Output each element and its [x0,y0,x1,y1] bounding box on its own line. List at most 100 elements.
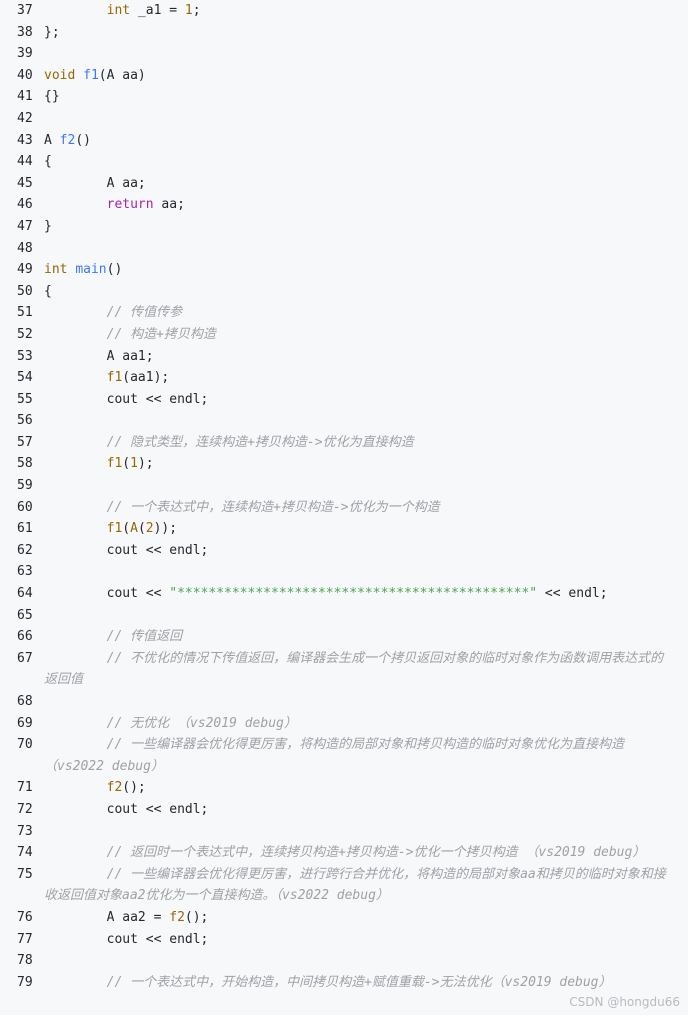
code-line: 43 A f2() [0,130,688,152]
code-token: () [106,262,123,278]
line-number: 42 [17,110,33,126]
line-code: // 传值传参 [44,302,688,324]
line-number: 69 [17,715,33,731]
code-line: 60 // 一个表达式中，连续构造+拷贝构造->优化为一个构造 [0,497,688,519]
code-token: A aa2 = [44,909,170,925]
code-token: ( [122,456,131,472]
code-token: "***************************************… [169,586,538,602]
code-token: cout << endl; [44,801,209,817]
code-line: 78 [0,950,688,972]
code-token: (); [184,909,209,925]
code-line: 42 [0,108,688,130]
code-token: _a1 = [130,3,185,18]
code-line: 70 // 一些编译器会优化得更厉害，将构造的局部对象和拷贝构造的临时对象优化为… [0,734,688,777]
code-token: cout << endl; [44,391,209,407]
line-number: 39 [17,46,33,62]
code-token: aa; [153,197,185,213]
code-line: 69 // 无优化 （vs2019 debug） [0,713,688,735]
line-code: int _a1 = 1; [44,0,688,22]
code-token: main [75,262,107,278]
line-number: 74 [17,845,33,861]
line-code: cout << endl; [44,929,688,951]
line-number: 62 [17,542,33,558]
code-line: 74 // 返回时一个表达式中，连续拷贝构造+拷贝构造->优化一个拷贝构造 （v… [0,842,688,864]
line-number: 49 [17,262,33,278]
code-line: 77 cout << endl; [0,929,688,951]
code-token: 1 [130,456,138,472]
code-line: 66 // 传值返回 [0,626,688,648]
line-number: 41 [17,89,33,105]
line-number: 72 [17,801,33,817]
line-number: 79 [17,974,33,990]
csdn-watermark: CSDN @hongdu66 [569,995,680,1009]
line-code: cout << endl; [44,799,688,821]
code-comment: // 一个表达式中，开始构造，中间拷贝构造+赋值重载->无法优化（vs2019 … [106,974,612,990]
line-number: 66 [17,629,33,645]
code-comment: // 返回时一个表达式中，连续拷贝构造+拷贝构造->优化一个拷贝构造 （vs20… [106,845,646,861]
line-number: 38 [17,24,33,40]
code-token: << endl; [537,586,608,602]
code-comment: // 一些编译器会优化得更厉害，进行跨行合并优化，将构造的局部对象aa和拷贝的临… [44,866,666,904]
line-code: f1(1); [44,453,688,475]
line-number: 56 [17,413,33,429]
line-code: // 返回时一个表达式中，连续拷贝构造+拷贝构造->优化一个拷贝构造 （vs20… [44,842,688,864]
line-number: 40 [17,67,33,83]
code-token: ( [137,521,146,537]
code-token: f1 [83,67,99,83]
line-code: { [44,151,688,173]
code-line: 73 [0,821,688,843]
code-line: 71 f2(); [0,777,688,799]
line-number: 37 [17,3,33,18]
line-number: 51 [17,305,33,321]
line-number: 54 [17,370,33,386]
line-number: 71 [17,780,33,796]
code-line: 37 int _a1 = 1; [0,0,688,22]
code-line: 63 [0,561,688,583]
code-line: 79 // 一个表达式中，开始构造，中间拷贝构造+赋值重载->无法优化（vs20… [0,972,688,994]
line-number: 67 [17,650,33,666]
line-number: 63 [17,564,33,580]
code-token: ; [192,3,201,18]
code-token: void [44,67,76,83]
line-code: // 隐式类型，连续构造+拷贝构造->优化为直接构造 [44,432,688,454]
code-line: 64 cout << "****************************… [0,583,688,605]
line-code: // 一些编译器会优化得更厉害，将构造的局部对象和拷贝构造的临时对象优化为直接构… [44,734,688,777]
code-comment: // 构造+拷贝构造 [106,326,216,342]
line-code: cout << endl; [44,389,688,411]
line-number: 61 [17,521,33,537]
code-line: 65 [0,605,688,627]
line-number: 44 [17,154,33,170]
code-token: A aa1; [44,348,154,364]
code-comment: // 一些编译器会优化得更厉害，将构造的局部对象和拷贝构造的临时对象优化为直接构… [44,737,625,774]
code-line: 75 // 一些编译器会优化得更厉害，进行跨行合并优化，将构造的局部对象aa和拷… [0,864,688,907]
line-code: cout << endl; [44,540,688,562]
code-line: 62 cout << endl; [0,540,688,562]
line-code: A aa2 = f2(); [44,907,688,929]
code-line: 55 cout << endl; [0,389,688,411]
code-token: A [44,132,60,148]
code-comment: // 隐式类型，连续构造+拷贝构造->优化为直接构造 [106,434,414,450]
line-code: // 一个表达式中，开始构造，中间拷贝构造+赋值重载->无法优化（vs2019 … [44,972,688,994]
line-code: // 一些编译器会优化得更厉害，进行跨行合并优化，将构造的局部对象aa和拷贝的临… [44,864,688,907]
code-line: 48 [0,238,688,260]
code-line: 57 // 隐式类型，连续构造+拷贝构造->优化为直接构造 [0,432,688,454]
code-line: 41 {} [0,86,688,108]
code-line: 61 f1(A(2)); [0,518,688,540]
